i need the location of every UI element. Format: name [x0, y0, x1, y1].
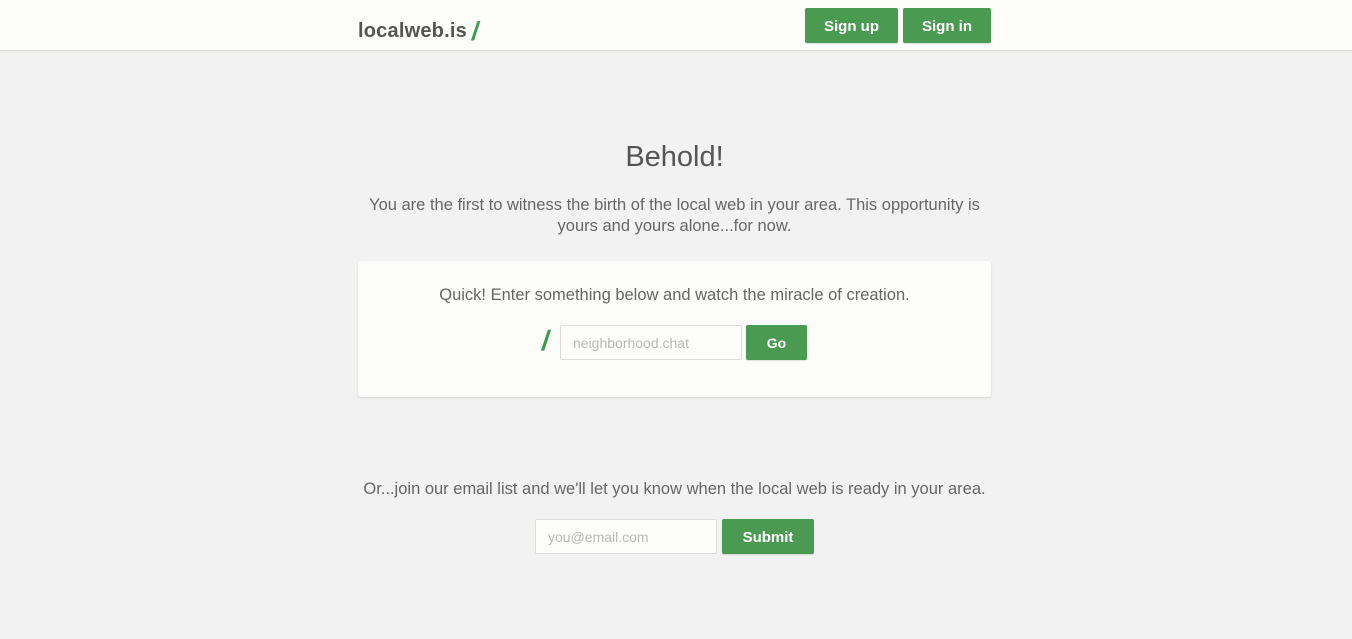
logo-text: localweb.is: [358, 20, 467, 42]
create-prompt-text: Quick! Enter something below and watch t…: [439, 286, 910, 304]
submit-button[interactable]: Submit: [722, 519, 814, 554]
sign-up-button[interactable]: Sign up: [805, 8, 898, 43]
top-navigation-bar: localweb.is / Sign up Sign in: [0, 0, 1352, 51]
site-name-input[interactable]: [560, 325, 742, 360]
logo-slash-icon: /: [469, 16, 482, 46]
sign-in-button[interactable]: Sign in: [903, 8, 991, 43]
email-list-text: Or...join our email list and we'll let y…: [363, 479, 986, 498]
go-button[interactable]: Go: [746, 325, 807, 360]
site-logo[interactable]: localweb.is /: [358, 13, 482, 46]
page-title: Behold!: [625, 141, 724, 174]
create-site-card: Quick! Enter something below and watch t…: [358, 261, 991, 397]
email-input[interactable]: [535, 519, 717, 554]
slash-icon: /: [539, 325, 553, 356]
intro-text: You are the first to witness the birth o…: [369, 195, 980, 235]
